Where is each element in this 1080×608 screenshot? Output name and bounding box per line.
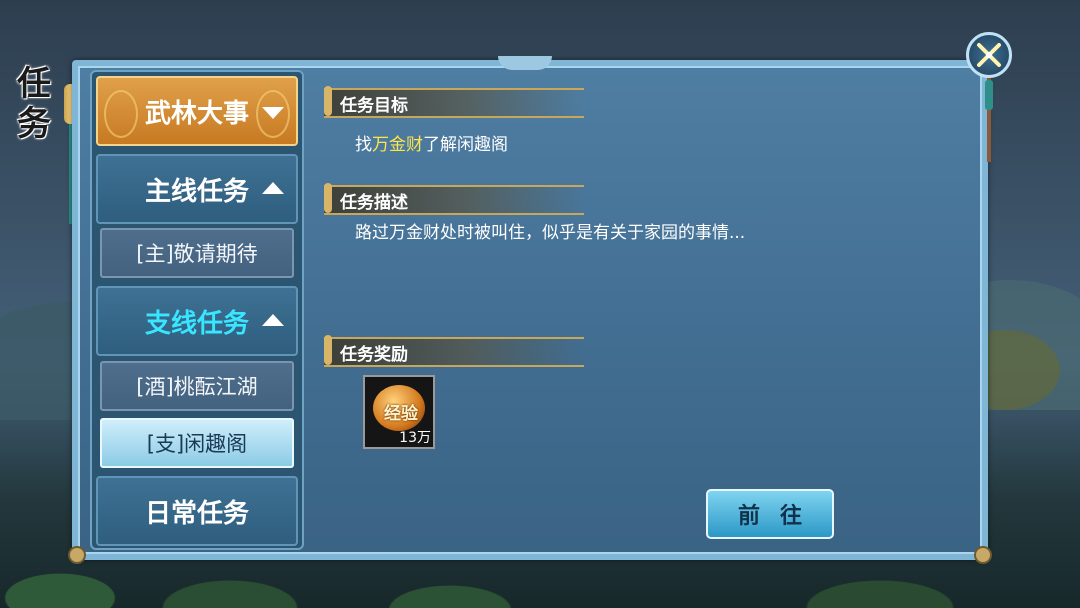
quest-item-label: [主]敬请期待 <box>136 242 258 266</box>
reward-item-label: 经验 <box>384 404 418 424</box>
category-side-quests[interactable]: 支线任务 <box>96 286 298 356</box>
page-title: 任 务 <box>17 64 51 144</box>
category-main-quests[interactable]: 主线任务 <box>96 154 298 224</box>
dragon-ornament-left <box>104 90 138 138</box>
frame-ornament <box>498 56 552 70</box>
quest-detail-panel: 任务目标 找万金财了解闲趣阁 任务描述 路过万金财处时被叫住，似乎是有关于家园的… <box>312 72 976 546</box>
scroll-end-left <box>70 548 84 562</box>
reward-item-slot[interactable]: 经验 13万 <box>363 375 435 449</box>
go-button[interactable]: 前往 <box>706 489 834 539</box>
category-wulin-events[interactable]: 武林大事 <box>96 76 298 146</box>
category-label: 支线任务 <box>144 308 249 339</box>
objective-npc-name[interactable]: 万金财 <box>372 135 423 155</box>
arrow-up-icon <box>262 314 284 326</box>
reward-quantity: 13万 <box>399 430 431 446</box>
category-label: 主线任务 <box>144 176 249 207</box>
quest-category-sidebar: 武林大事 主线任务 [主]敬请期待 支线任务 [酒]桃酝江湖 [支]闲趣阁 日常… <box>90 70 304 550</box>
quest-item-label: [支]闲趣阁 <box>146 432 248 456</box>
quest-item-label: [酒]桃酝江湖 <box>136 375 258 399</box>
category-label: 日常任务 <box>144 498 249 529</box>
arrow-down-icon <box>262 107 284 119</box>
section-header-reward: 任务奖励 <box>324 335 584 367</box>
arrow-up-icon <box>262 182 284 194</box>
category-daily-quests[interactable]: 日常任务 <box>96 476 298 546</box>
scroll-end-right <box>976 548 990 562</box>
close-button-cord-knot <box>985 80 993 110</box>
description-text: 路过万金财处时被叫住，似乎是有关于家园的事情... <box>355 223 746 243</box>
close-button[interactable] <box>966 32 1012 78</box>
category-label: 武林大事 <box>144 98 249 129</box>
quest-item-main-coming-soon[interactable]: [主]敬请期待 <box>100 228 294 278</box>
close-icon <box>977 43 1001 67</box>
section-header-description: 任务描述 <box>324 183 584 215</box>
section-header-objective: 任务目标 <box>324 86 584 118</box>
quest-item-wine[interactable]: [酒]桃酝江湖 <box>100 361 294 411</box>
quest-item-leisure-pavilion[interactable]: [支]闲趣阁 <box>100 418 294 468</box>
objective-text: 找万金财了解闲趣阁 <box>355 135 508 155</box>
